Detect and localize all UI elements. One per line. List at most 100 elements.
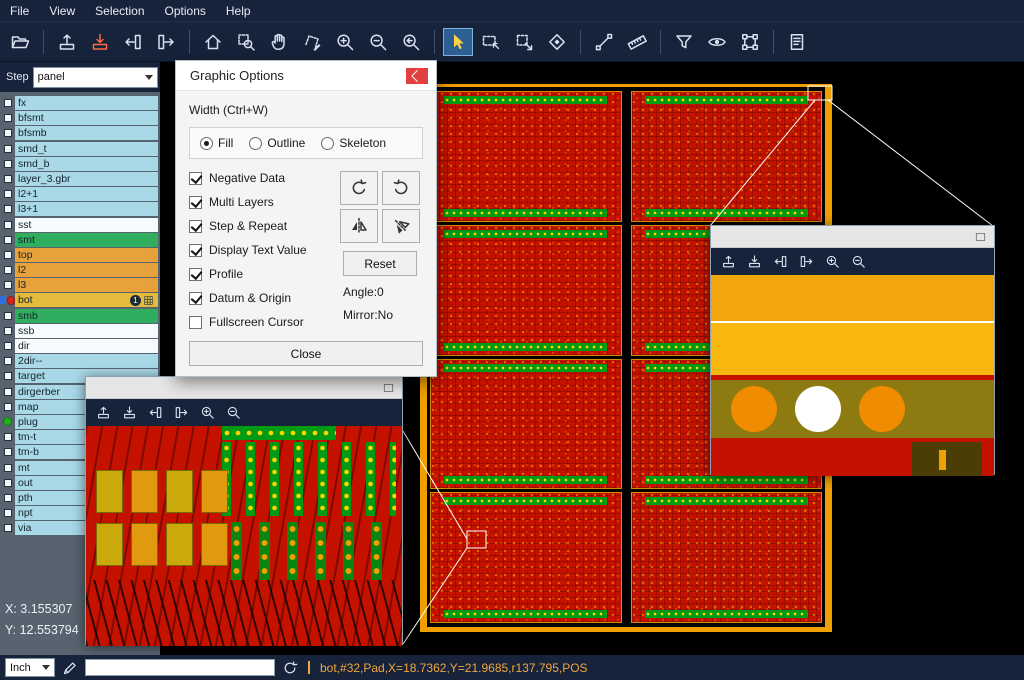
- layer-row-bfsmb[interactable]: bfsmb: [0, 126, 160, 140]
- layer-row-layer_3.gbr[interactable]: layer_3.gbr: [0, 172, 160, 186]
- layer-checkbox[interactable]: [4, 236, 12, 244]
- import-up-button[interactable]: [92, 402, 114, 424]
- layer-gutter[interactable]: [0, 309, 15, 323]
- radio-skeleton[interactable]: Skeleton: [321, 136, 386, 150]
- layer-checkbox[interactable]: [4, 448, 12, 456]
- unit-dropdown[interactable]: Inch: [5, 658, 55, 677]
- layer-gutter[interactable]: [0, 521, 15, 535]
- zoom-window-button[interactable]: [231, 28, 261, 56]
- layer-gutter[interactable]: [0, 202, 15, 216]
- layer-gutter[interactable]: [0, 415, 15, 429]
- rotate-ccw-button[interactable]: [382, 171, 420, 205]
- export-right-button[interactable]: [170, 402, 192, 424]
- layer-gutter[interactable]: [0, 263, 15, 277]
- layer-row-smt[interactable]: smt: [0, 233, 160, 247]
- checkbox-display-text-value[interactable]: Display Text Value: [189, 243, 329, 257]
- layer-gutter[interactable]: [0, 172, 15, 186]
- layer-gutter[interactable]: [0, 126, 15, 140]
- rotate-cw-button[interactable]: [340, 171, 378, 205]
- layer-checkbox[interactable]: [4, 190, 12, 198]
- checkbox-multi-layers[interactable]: Multi Layers: [189, 195, 329, 209]
- checkbox-fullscreen-cursor[interactable]: Fullscreen Cursor: [189, 315, 329, 329]
- pan-hand-button[interactable]: [264, 28, 294, 56]
- close-icon[interactable]: [406, 68, 428, 84]
- layer-gutter[interactable]: [0, 339, 15, 353]
- layer-checkbox[interactable]: [4, 281, 12, 289]
- layer-checkbox[interactable]: [4, 357, 12, 365]
- zoom-in-button[interactable]: [330, 28, 360, 56]
- open-folder-button[interactable]: [5, 28, 35, 56]
- layer-checkbox[interactable]: [4, 388, 12, 396]
- layer-gutter[interactable]: [0, 445, 15, 459]
- command-input[interactable]: [85, 659, 275, 676]
- draw-pen-icon[interactable]: [62, 660, 78, 676]
- layer-gutter[interactable]: [0, 111, 15, 125]
- layer-gutter[interactable]: [0, 157, 15, 171]
- pointer-button[interactable]: [443, 28, 473, 56]
- layer-row-l3[interactable]: l3: [0, 278, 160, 292]
- step-dropdown[interactable]: panel: [33, 67, 158, 88]
- grid-icon[interactable]: [143, 295, 154, 306]
- layer-checkbox[interactable]: [4, 524, 12, 532]
- layer-row-bfsmt[interactable]: bfsmt: [0, 111, 160, 125]
- snap-diamond-button[interactable]: [542, 28, 572, 56]
- magnifier-titlebar[interactable]: [86, 377, 402, 399]
- layer-checkbox[interactable]: [4, 114, 12, 122]
- layer-row-smd_t[interactable]: smd_t: [0, 142, 160, 156]
- layer-gutter[interactable]: [0, 218, 15, 232]
- layer-checkbox[interactable]: [4, 221, 12, 229]
- layer-checkbox[interactable]: [4, 145, 12, 153]
- layer-row-smd_b[interactable]: smd_b: [0, 157, 160, 171]
- layer-gutter[interactable]: [0, 324, 15, 338]
- checkbox-datum-origin[interactable]: Datum & Origin: [189, 291, 329, 305]
- layer-checkbox[interactable]: [4, 312, 12, 320]
- magnifier-titlebar[interactable]: [711, 226, 994, 248]
- layer-row-l2[interactable]: l2: [0, 263, 160, 277]
- layer-checkbox[interactable]: [4, 509, 12, 517]
- layer-checkbox[interactable]: [4, 433, 12, 441]
- magnifier-window-1[interactable]: [85, 376, 403, 645]
- export-right-button[interactable]: [151, 28, 181, 56]
- layer-checkbox[interactable]: [4, 403, 12, 411]
- layer-gutter[interactable]: [0, 96, 15, 110]
- layer-checkbox[interactable]: [4, 160, 12, 168]
- report-button[interactable]: [782, 28, 812, 56]
- magnifier-window-2[interactable]: [710, 225, 995, 475]
- checkbox-negative-data[interactable]: Negative Data: [189, 171, 329, 185]
- layer-gutter[interactable]: [0, 385, 15, 399]
- zoom-out-button[interactable]: [363, 28, 393, 56]
- radio-fill[interactable]: Fill: [200, 136, 233, 150]
- dialog-titlebar[interactable]: Graphic Options: [176, 61, 436, 91]
- layer-row-l2+1[interactable]: l2+1: [0, 187, 160, 201]
- layer-checkbox[interactable]: [4, 372, 12, 380]
- filter-button[interactable]: [669, 28, 699, 56]
- zoom-out-button[interactable]: [847, 251, 869, 273]
- select-rect-button[interactable]: [476, 28, 506, 56]
- zoom-in-button[interactable]: [196, 402, 218, 424]
- layer-checkbox[interactable]: [4, 464, 12, 472]
- reset-button[interactable]: Reset: [343, 251, 417, 276]
- transform-button[interactable]: [509, 28, 539, 56]
- layer-checkbox[interactable]: [4, 266, 12, 274]
- layer-gutter[interactable]: [0, 506, 15, 520]
- layer-row-ssb[interactable]: ssb: [0, 324, 160, 338]
- export-left-button[interactable]: [769, 251, 791, 273]
- import-down-button[interactable]: [118, 402, 140, 424]
- layer-checkbox[interactable]: [4, 342, 12, 350]
- highlight-net-button[interactable]: [735, 28, 765, 56]
- refresh-icon[interactable]: [282, 660, 298, 676]
- export-right-button[interactable]: [795, 251, 817, 273]
- menu-item-options[interactable]: Options: [155, 0, 216, 21]
- checkbox-profile[interactable]: Profile: [189, 267, 329, 281]
- menu-item-view[interactable]: View: [39, 0, 85, 21]
- dialog-close-button[interactable]: Close: [189, 341, 423, 366]
- radio-outline[interactable]: Outline: [249, 136, 305, 150]
- layer-row-dir[interactable]: dir: [0, 339, 160, 353]
- layer-gutter[interactable]: [0, 278, 15, 292]
- zoom-in-button[interactable]: [821, 251, 843, 273]
- eye-button[interactable]: [702, 28, 732, 56]
- import-up-button[interactable]: [52, 28, 82, 56]
- export-left-button[interactable]: [144, 402, 166, 424]
- layer-checkbox[interactable]: [4, 251, 12, 259]
- menu-item-selection[interactable]: Selection: [85, 0, 154, 21]
